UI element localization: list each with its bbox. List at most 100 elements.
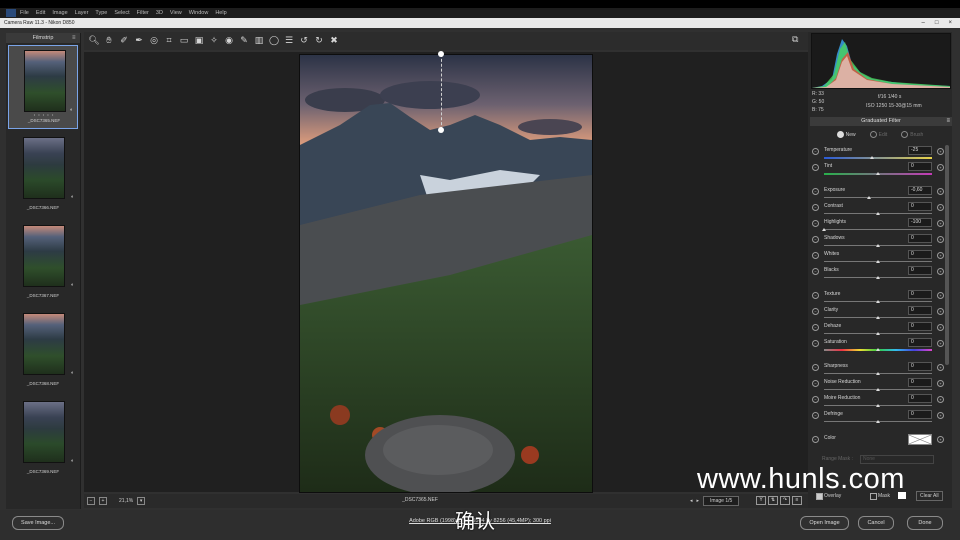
increase-icon[interactable]: + — [937, 292, 944, 299]
slider-value-input[interactable]: 0 — [908, 162, 932, 171]
rotate-ccw-icon[interactable]: ↺ — [298, 35, 310, 47]
before-after-toggle-icon[interactable]: Y — [756, 496, 766, 505]
menu-filter[interactable]: Filter — [137, 10, 149, 16]
slider-thumb[interactable] — [876, 300, 880, 303]
color-plus-icon[interactable]: + — [937, 436, 944, 443]
slider-thumb[interactable] — [876, 420, 880, 423]
zoom-in-button[interactable]: + — [99, 497, 107, 505]
filmstrip-item[interactable]: _DSC7366.NEF ◐ — [8, 133, 78, 217]
slider-value-input[interactable]: 0 — [908, 234, 932, 243]
color-sampler-tool-icon[interactable]: ✒ — [133, 35, 145, 47]
straighten-tool-icon[interactable]: ▭ — [178, 35, 190, 47]
slider-thumb[interactable] — [876, 388, 880, 391]
decrease-icon[interactable]: − — [812, 364, 819, 371]
filmstrip-item[interactable]: • • • • • _DSC7365.NEF ◐ — [8, 45, 78, 129]
increase-icon[interactable]: + — [937, 340, 944, 347]
slider-thumb[interactable] — [876, 316, 880, 319]
increase-icon[interactable]: + — [937, 380, 944, 387]
increase-icon[interactable]: + — [937, 252, 944, 259]
menu-3d[interactable]: 3D — [156, 10, 163, 16]
red-eye-tool-icon[interactable]: ◉ — [223, 35, 235, 47]
adjustment-brush-tool-icon[interactable]: ✎ — [238, 35, 250, 47]
menu-file[interactable]: File — [20, 10, 29, 16]
color-swatch[interactable] — [908, 434, 932, 445]
graduated-filter-guide[interactable] — [441, 54, 442, 130]
increase-icon[interactable]: + — [937, 308, 944, 315]
slider-value-input[interactable]: -25 — [908, 146, 932, 155]
mode-brush[interactable]: Brush — [901, 130, 923, 138]
decrease-icon[interactable]: − — [812, 324, 819, 331]
clear-all-button[interactable]: Clear All — [916, 491, 943, 501]
slider-track[interactable] — [824, 157, 932, 159]
decrease-icon[interactable]: − — [812, 380, 819, 387]
panel-menu-icon[interactable]: ≡ — [946, 117, 950, 126]
menu-help[interactable]: Help — [215, 10, 226, 16]
decrease-icon[interactable]: − — [812, 236, 819, 243]
close-window-button[interactable]: × — [948, 20, 952, 26]
spot-removal-tool-icon[interactable]: ✧ — [208, 35, 220, 47]
zoom-tool-icon[interactable]: 🔍︎ — [88, 35, 100, 47]
slider-thumb[interactable] — [876, 332, 880, 335]
increase-icon[interactable]: + — [937, 412, 944, 419]
decrease-icon[interactable]: − — [812, 412, 819, 419]
targeted-adjustment-tool-icon[interactable]: ◎ — [148, 35, 160, 47]
decrease-icon[interactable]: − — [812, 396, 819, 403]
hand-tool-icon[interactable]: ✋︎ — [103, 35, 115, 47]
decrease-icon[interactable]: − — [812, 268, 819, 275]
menu-layer[interactable]: Layer — [75, 10, 89, 16]
slider-thumb[interactable] — [876, 260, 880, 263]
filmstrip-menu-icon[interactable]: ≡ — [72, 35, 78, 41]
slider-thumb[interactable] — [867, 196, 872, 199]
slider-thumb[interactable] — [869, 156, 874, 159]
mode-new[interactable]: New — [836, 130, 856, 138]
swap-before-after-icon[interactable]: ⇅ — [768, 496, 778, 505]
prev-image-icon[interactable]: ◂ — [690, 498, 693, 504]
copy-settings-icon[interactable]: ↷ — [780, 496, 790, 505]
slider-track[interactable] — [824, 229, 932, 230]
menu-type[interactable]: Type — [95, 10, 107, 16]
maximize-button[interactable]: □ — [935, 20, 939, 26]
menu-edit[interactable]: Edit — [36, 10, 45, 16]
increase-icon[interactable]: + — [937, 268, 944, 275]
increase-icon[interactable]: + — [937, 236, 944, 243]
slider-thumb[interactable] — [876, 404, 880, 407]
decrease-icon[interactable]: − — [812, 292, 819, 299]
increase-icon[interactable]: + — [937, 324, 944, 331]
slider-thumb[interactable] — [822, 228, 826, 231]
radial-filter-tool-icon[interactable]: ◯ — [268, 35, 280, 47]
open-image-button[interactable]: Open Image — [800, 516, 849, 530]
increase-icon[interactable]: + — [937, 364, 944, 371]
slider-thumb[interactable] — [876, 244, 880, 247]
rotate-cw-icon[interactable]: ↻ — [313, 35, 325, 47]
decrease-icon[interactable]: − — [812, 204, 819, 211]
increase-icon[interactable]: + — [937, 188, 944, 195]
slider-track[interactable] — [824, 197, 932, 198]
preferences-icon[interactable]: ☰ — [283, 35, 295, 47]
slider-thumb[interactable] — [876, 212, 880, 215]
decrease-icon[interactable]: − — [812, 220, 819, 227]
menu-view[interactable]: View — [170, 10, 182, 16]
zoom-out-button[interactable]: − — [87, 497, 95, 505]
rating-stars[interactable]: • • • • • — [9, 112, 79, 117]
zoom-dropdown-icon[interactable]: ▾ — [137, 497, 146, 505]
filmstrip-item[interactable]: _DSC7367.NEF ◐ — [8, 221, 78, 305]
color-minus-icon[interactable]: − — [812, 436, 819, 443]
transform-tool-icon[interactable]: ▣ — [193, 35, 205, 47]
mode-edit[interactable]: Edit — [869, 130, 887, 138]
menu-window[interactable]: Window — [189, 10, 209, 16]
slider-thumb[interactable] — [876, 172, 880, 175]
zoom-level[interactable]: 21,1% — [119, 498, 133, 504]
decrease-icon[interactable]: − — [812, 188, 819, 195]
slider-value-input[interactable]: 0 — [908, 378, 932, 387]
slider-value-input[interactable]: -100 — [908, 218, 932, 227]
slider-value-input[interactable]: 0 — [908, 322, 932, 331]
slider-value-input[interactable]: 0 — [908, 394, 932, 403]
decrease-icon[interactable]: − — [812, 252, 819, 259]
next-image-icon[interactable]: ▸ — [697, 498, 700, 504]
filmstrip-item[interactable]: _DSC7368.NEF ◐ — [8, 309, 78, 393]
slider-value-input[interactable]: 0 — [908, 250, 932, 259]
increase-icon[interactable]: + — [937, 148, 944, 155]
slider-value-input[interactable]: -0,60 — [908, 186, 932, 195]
slider-thumb[interactable] — [876, 276, 880, 279]
graduated-filter-pin-top[interactable] — [438, 51, 444, 57]
